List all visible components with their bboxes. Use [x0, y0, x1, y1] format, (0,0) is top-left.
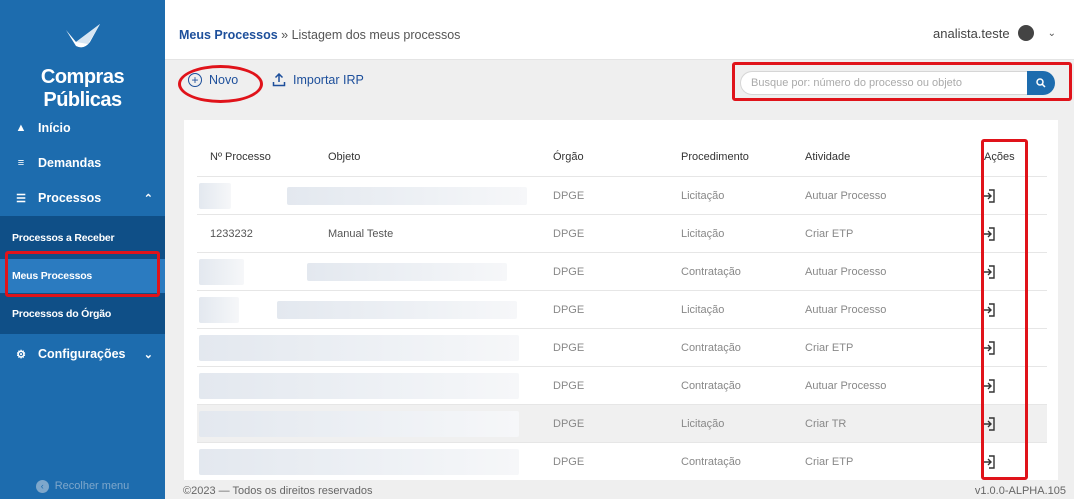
cell-procedimento: Licitação — [681, 304, 725, 316]
redacted-area — [199, 449, 519, 475]
sidebar-item-configuracoes[interactable]: ⚙ Configurações ⌄ — [0, 336, 165, 372]
collapse-menu-label: Recolher menu — [54, 480, 130, 492]
highlight-search — [732, 62, 1072, 101]
footer: ©2023 — Todos os direitos reservados v1.… — [165, 481, 1074, 499]
sidebar-item-processos-a-receber[interactable]: Processos a Receber — [0, 221, 165, 255]
sidebar-item-processos[interactable]: ☰ Processos ⌃ — [0, 180, 165, 216]
redacted-area — [199, 373, 519, 399]
column-header-numero: Nº Processo — [210, 151, 271, 163]
collapse-menu-button[interactable]: ‹ Recolher menu — [0, 473, 165, 499]
sidebar-item-inicio[interactable]: ▲ Início — [0, 110, 165, 146]
cell-atividade: Autuar Processo — [805, 380, 887, 392]
redacted-area — [287, 187, 527, 205]
cell-procedimento: Licitação — [681, 228, 725, 240]
sidebar-item-label: Processos do Órgão — [12, 308, 112, 320]
redacted-area — [307, 263, 507, 281]
cell-procedimento: Contratação — [681, 380, 741, 392]
cell-procedimento: Contratação — [681, 266, 741, 278]
brand-name: Compras Públicas — [40, 66, 125, 111]
cell-atividade: Autuar Processo — [805, 266, 887, 278]
table-row[interactable]: DPGE Licitação Autuar Processo — [197, 176, 1047, 214]
cell-orgao: DPGE — [553, 418, 585, 430]
table-row[interactable]: 1233232 Manual Teste DPGE Licitação Cria… — [197, 214, 1047, 252]
menu-icon: ☰ — [16, 192, 26, 205]
user-menu[interactable]: analista.teste ⌄ — [933, 25, 1056, 41]
sidebar-item-demandas[interactable]: ≡ Demandas — [0, 145, 165, 181]
process-table-card: Nº Processo Objeto Órgão Procedimento At… — [184, 120, 1058, 480]
list-icon: ≡ — [17, 157, 25, 169]
table-row[interactable]: DPGE Contratação Criar ETP — [197, 442, 1047, 480]
collapse-arrow-icon: ‹ — [35, 479, 49, 493]
cell-orgao: DPGE — [553, 342, 585, 354]
cell-procedimento: Contratação — [681, 342, 741, 354]
sidebar-item-label: Configurações — [38, 347, 126, 361]
table-row[interactable]: DPGE Contratação Autuar Processo — [197, 252, 1047, 290]
cell-atividade: Criar ETP — [805, 456, 854, 468]
gear-icon: ⚙ — [16, 348, 26, 361]
table-row[interactable]: DPGE Licitação Criar TR — [197, 404, 1047, 442]
user-avatar-icon — [1017, 25, 1034, 41]
chevron-up-icon: ⌃ — [143, 192, 153, 205]
cell-orgao: DPGE — [553, 228, 585, 240]
chevron-down-icon: ⌄ — [1047, 27, 1056, 39]
highlight-meus-processos — [5, 251, 160, 297]
cell-orgao: DPGE — [553, 456, 585, 468]
chevron-down-icon: ⌄ — [143, 348, 153, 361]
cell-atividade: Criar ETP — [805, 228, 854, 240]
column-header-atividade: Atividade — [805, 151, 851, 163]
sidebar-item-processos-do-orgao[interactable]: Processos do Órgão — [0, 297, 165, 331]
home-icon: ▲ — [15, 122, 27, 134]
breadcrumb-current[interactable]: Meus Processos — [179, 28, 278, 42]
upload-icon — [272, 73, 286, 87]
table-row[interactable]: DPGE Contratação Autuar Processo — [197, 366, 1047, 404]
redacted-area — [199, 297, 239, 323]
cell-atividade: Autuar Processo — [805, 304, 887, 316]
copyright: ©2023 — Todos os direitos reservados — [183, 485, 373, 497]
sidebar-item-label: Demandas — [38, 156, 102, 170]
redacted-area — [199, 259, 244, 285]
redacted-area — [277, 301, 517, 319]
cell-objeto: Manual Teste — [328, 228, 394, 240]
cell-orgao: DPGE — [553, 266, 585, 278]
highlight-actions-column — [981, 139, 1028, 480]
cell-procedimento: Licitação — [681, 418, 725, 430]
version: v1.0.0-ALPHA.105 — [974, 485, 1066, 497]
table-row[interactable]: DPGE Contratação Criar ETP — [197, 328, 1047, 366]
redacted-area — [199, 335, 519, 361]
brand-logo-icon — [66, 24, 100, 48]
column-header-objeto: Objeto — [328, 151, 361, 163]
sidebar: Compras Públicas ▲ Início ≡ Demandas ☰ P… — [0, 0, 165, 499]
cell-atividade: Autuar Processo — [805, 190, 887, 202]
breadcrumb: Meus Processos » Listagem dos meus proce… — [179, 28, 460, 42]
table-row[interactable]: DPGE Licitação Autuar Processo — [197, 290, 1047, 328]
import-irp-label: Importar IRP — [293, 73, 364, 87]
redacted-area — [199, 183, 231, 209]
sidebar-item-label: Processos — [38, 191, 102, 205]
cell-orgao: DPGE — [553, 190, 585, 202]
username: analista.teste — [933, 25, 1010, 41]
cell-numero: 1233232 — [210, 228, 253, 240]
import-irp-button[interactable]: Importar IRP — [272, 73, 364, 87]
highlight-new-button — [178, 65, 263, 103]
column-header-orgao: Órgão — [553, 151, 584, 163]
top-bar: Meus Processos » Listagem dos meus proce… — [165, 0, 1074, 60]
cell-procedimento: Licitação — [681, 190, 725, 202]
cell-atividade: Criar ETP — [805, 342, 854, 354]
logo-area: Compras Públicas — [0, 0, 165, 111]
cell-procedimento: Contratação — [681, 456, 741, 468]
cell-orgao: DPGE — [553, 380, 585, 392]
sidebar-item-label: Início — [38, 121, 71, 135]
breadcrumb-description: » Listagem dos meus processos — [277, 28, 461, 42]
redacted-area — [199, 411, 519, 437]
column-header-procedimento: Procedimento — [681, 151, 749, 163]
cell-atividade: Criar TR — [805, 418, 847, 430]
sidebar-item-label: Processos a Receber — [12, 232, 115, 244]
cell-orgao: DPGE — [553, 304, 585, 316]
